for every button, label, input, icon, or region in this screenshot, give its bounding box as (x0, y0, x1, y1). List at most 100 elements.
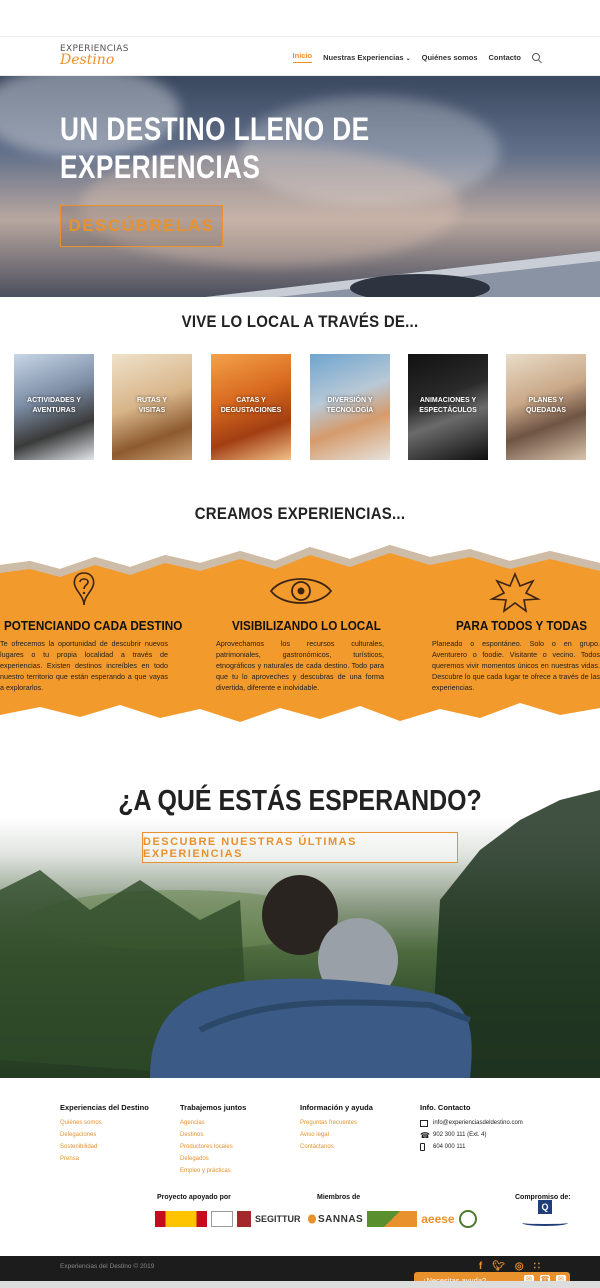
tile-label-line2: QUEDADAS (525, 407, 567, 414)
footer-col-title: Trabajemos juntos (180, 1103, 247, 1112)
tile-label: ANIMACIONES Y ESPECTÁCULOS (408, 396, 488, 416)
footer-link[interactable]: Preguntas frecuentes (300, 1117, 373, 1129)
contact-email[interactable]: info@experienciasdeldestino.com (420, 1117, 523, 1129)
main-nav: Inicio Nuestras Experiencias ⌄ Quiénes so… (292, 51, 540, 63)
social-links: f 🐦︎ ◎ ∷ (479, 1261, 540, 1272)
tile-rutas[interactable]: RUTAS Y VISITAS (112, 354, 192, 460)
footer-link[interactable]: Contáctanos (300, 1141, 373, 1153)
nav-item-inicio[interactable]: Inicio (292, 51, 313, 63)
hero-title-line1: UN DESTINO LLENO DE (60, 111, 370, 147)
footer-link[interactable]: Sostenibilidad (60, 1141, 149, 1153)
tile-label-line2: AVENTURAS (32, 407, 76, 414)
footer-link[interactable]: Prensa (60, 1153, 149, 1165)
hero-title: UN DESTINO LLENO DE EXPERIENCIAS (60, 110, 404, 186)
footer-link[interactable]: Empleo y prácticas (180, 1165, 246, 1177)
search-icon[interactable] (532, 53, 540, 61)
contact-mobile-text: 604 000 111 (433, 1144, 466, 1150)
tile-label-line2: VISITAS (138, 407, 166, 414)
nav-item-contacto[interactable]: Contacto (489, 53, 522, 62)
section-heading-local: VIVE LO LOCAL A TRAVÉS DE... (181, 312, 419, 331)
footer-link[interactable]: Aviso legal (300, 1129, 373, 1141)
q-swoosh (522, 1220, 568, 1226)
footer-col-contact: Info. Contacto info@experienciasdeldesti… (420, 1103, 523, 1153)
hero-title-line2: EXPERIENCIAS (60, 149, 261, 185)
section-heading-create: CREAMOS EXPERIENCIAS... (194, 504, 406, 523)
footer-link[interactable]: Quiénes somos (60, 1117, 149, 1129)
footer-col-title: Experiencias del Destino (60, 1103, 149, 1112)
tile-diversion[interactable]: DIVERSIÓN Y TECNOLOGÍA (310, 354, 390, 460)
tile-label: PLANES Y QUEDADAS (506, 396, 586, 416)
nav-item-quienes[interactable]: Quiénes somos (422, 53, 478, 62)
cta-title: ¿A QUÉ ESTÁS ESPERANDO? (118, 785, 482, 817)
instagram-icon[interactable]: ◎ (515, 1261, 524, 1272)
aeese-logo: aeese (421, 1212, 455, 1226)
copyright-text: Experiencias del Destino © 2019 (60, 1263, 155, 1270)
sponsor-label: Proyecto apoyado por (157, 1194, 231, 1201)
starburst-icon (489, 571, 541, 613)
footer-col-title: Info. Contacto (420, 1103, 471, 1112)
segittur-logo: SEGITTUR (255, 1214, 301, 1224)
feature-text: Aprovechamos los recursos culturales, pa… (216, 639, 384, 692)
envelope-icon (420, 1119, 428, 1127)
tile-label-line1: RUTAS Y (136, 397, 168, 404)
logo-line2: Destino (60, 52, 115, 68)
member-logo-4 (458, 1210, 477, 1228)
discover-button[interactable]: DESCÚBRELAS (60, 205, 223, 247)
tile-label-line1: CATAS Y (236, 397, 266, 404)
footer-link[interactable]: Agencias (180, 1117, 246, 1129)
question-pin-icon (73, 572, 95, 606)
footer-link[interactable]: Productores locales (180, 1141, 246, 1153)
top-strip (0, 0, 600, 37)
tile-planes[interactable]: PLANES Y QUEDADAS (506, 354, 586, 460)
quality-q-logo: Q (520, 1200, 570, 1230)
mobile-icon (420, 1143, 425, 1151)
eye-icon (269, 578, 333, 604)
latest-experiences-button[interactable]: DESCUBRE NUESTRAS ÚLTIMAS EXPERIENCIAS (142, 832, 458, 863)
twitter-icon[interactable]: 🐦︎ (492, 1261, 505, 1272)
cihpe-logo (304, 1211, 319, 1227)
tile-label-line1: PLANES Y (528, 397, 564, 404)
tile-label: ACTIVIDADES Y AVENTURAS (14, 396, 94, 416)
phone-icon: ☎ (420, 1130, 430, 1140)
sannas-logo: SANNAS (318, 1213, 364, 1225)
footer-col-title: Información y ayuda (300, 1103, 373, 1112)
gobierno-logo (155, 1211, 207, 1227)
contact-phone-text: 902 300 111 (Ext. 4) (433, 1132, 487, 1138)
feature-text: Te ofrecemos la oportunidad de descubrir… (0, 639, 168, 692)
footer-link[interactable]: Destinos (180, 1129, 246, 1141)
tile-label-line2: DEGUSTACIONES (220, 407, 282, 414)
tile-animaciones[interactable]: ANIMACIONES Y ESPECTÁCULOS (408, 354, 488, 460)
footer-link[interactable]: Delegados (180, 1153, 246, 1165)
orange-band: POTENCIANDO CADA DESTINO Te ofrecemos la… (0, 543, 600, 726)
feature-title: PARA TODOS Y TODAS (456, 618, 588, 633)
commitment-logo: Q (520, 1200, 570, 1226)
feature-text: Planeado o espontáneo. Solo o en grupo. … (432, 639, 600, 692)
contact-email-text: info@experienciasdeldestino.com (433, 1120, 523, 1126)
tile-catas[interactable]: CATAS Y DEGUSTACIONES (211, 354, 291, 460)
contact-phone[interactable]: ☎ 902 300 111 (Ext. 4) (420, 1129, 523, 1141)
footer-col-work: Trabajemos juntos Agencias Destinos Prod… (180, 1103, 246, 1177)
feature-title: VISIBILIZANDO LO LOCAL (232, 618, 381, 633)
tile-label: RUTAS Y VISITAS (112, 396, 192, 416)
tile-label: DIVERSIÓN Y TECNOLOGÍA (310, 396, 390, 416)
member-logo-2 (367, 1211, 418, 1227)
contact-mobile[interactable]: 604 000 111 (420, 1141, 523, 1153)
tile-label-line1: ACTIVIDADES Y (27, 397, 81, 404)
chevron-down-icon: ⌄ (405, 55, 411, 62)
tile-label: CATAS Y DEGUSTACIONES (211, 396, 291, 416)
facebook-icon[interactable]: f (479, 1261, 482, 1272)
footer-col-company: Experiencias del Destino Quiénes somos D… (60, 1103, 149, 1165)
feature-title: POTENCIANDO CADA DESTINO (4, 618, 183, 633)
nav-item-experiencias[interactable]: Nuestras Experiencias ⌄ (323, 53, 411, 62)
rss-icon[interactable]: ∷ (534, 1261, 540, 1272)
tile-label-line1: DIVERSIÓN Y (327, 397, 373, 404)
nav-item-experiencias-label: Nuestras Experiencias (323, 52, 404, 62)
member-logos: SANNAS aeese (318, 1208, 477, 1230)
tile-actividades[interactable]: ACTIVIDADES Y AVENTURAS (14, 354, 94, 460)
footer-link[interactable]: Delegaciones (60, 1129, 149, 1141)
members-label: Miembros de (317, 1194, 361, 1201)
site-logo[interactable]: EXPERIENCIAS Destino (60, 45, 128, 68)
experience-tiles: ACTIVIDADES Y AVENTURAS RUTAS Y VISITAS CA… (14, 354, 586, 460)
horizontal-scrollbar[interactable] (0, 1281, 600, 1288)
sponsor-logos: SEGITTUR (155, 1208, 319, 1230)
